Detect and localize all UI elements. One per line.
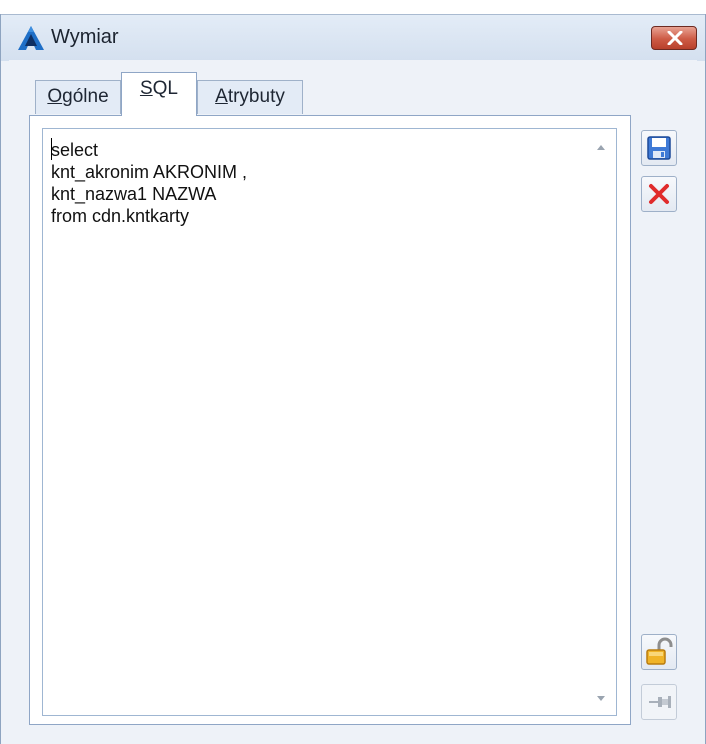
close-icon [667, 31, 683, 45]
dialog-window: Wymiar Ogólne SQL Atrybuty select knt_ak… [0, 14, 706, 744]
lock-button[interactable] [641, 634, 677, 670]
sql-editor[interactable]: select knt_akronim AKRONIM , knt_nazwa1 … [42, 128, 617, 716]
pin-icon [649, 696, 671, 708]
save-button[interactable] [641, 130, 677, 166]
tab-sql-label: QL [152, 78, 179, 99]
tab-ogolne-access-key: O [47, 86, 63, 107]
tab-ogolne-label: gólne [62, 86, 109, 107]
text-caret [51, 138, 52, 160]
scroll-up-arrow-icon[interactable] [592, 139, 610, 157]
tab-atrybuty-label: trybuty [227, 86, 285, 107]
save-disk-icon [647, 136, 671, 160]
title-bar[interactable]: Wymiar [1, 14, 705, 61]
window-title: Wymiar [51, 26, 119, 48]
tab-sql-access-key: S [139, 78, 153, 99]
dialog-content: Ogólne SQL Atrybuty select knt_akronim A… [9, 60, 697, 740]
tab-atrybuty-access-key: A [215, 86, 228, 107]
unlocked-padlock-icon [646, 637, 673, 665]
scroll-down-arrow-icon[interactable] [592, 689, 610, 707]
tab-strip: Ogólne SQL Atrybuty [9, 60, 697, 120]
cancel-x-icon [649, 184, 669, 204]
close-button[interactable] [651, 26, 697, 50]
tab-atrybuty[interactable]: Atrybuty [197, 80, 303, 114]
app-logo-icon [18, 26, 44, 50]
sql-tab-panel: select knt_akronim AKRONIM , knt_nazwa1 … [29, 115, 631, 725]
tab-sql[interactable]: SQL [121, 72, 197, 116]
pin-button[interactable] [641, 684, 677, 720]
cancel-button[interactable] [641, 176, 677, 212]
tab-ogolne[interactable]: Ogólne [35, 80, 121, 114]
sql-query-text[interactable]: select knt_akronim AKRONIM , knt_nazwa1 … [51, 139, 581, 699]
